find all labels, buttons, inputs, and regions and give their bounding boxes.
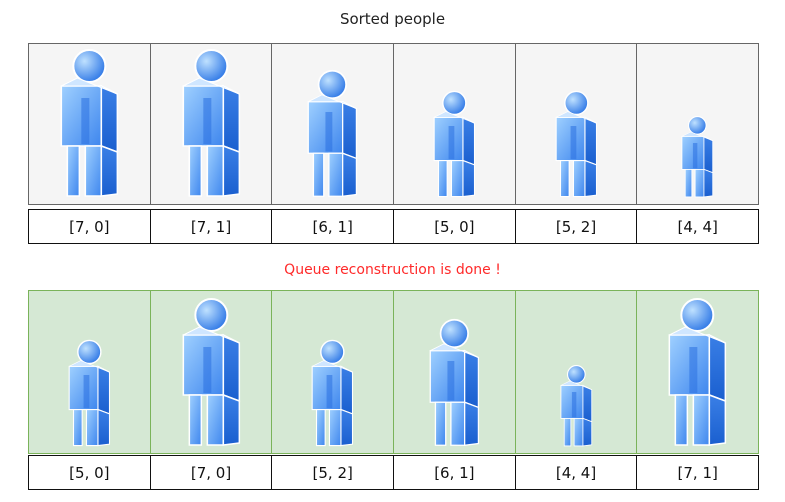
sorted-person-label: [6, 1] (272, 210, 395, 243)
reconstructed-queue-panel (28, 290, 759, 454)
done-message: Queue reconstruction is done ! (284, 262, 501, 278)
sorted-person-cell (394, 44, 516, 204)
queue-person-label: [6, 1] (394, 456, 516, 489)
person-icon (555, 90, 597, 198)
person-icon (182, 298, 240, 446)
queue-person-cell (637, 291, 759, 453)
sorted-person-cell (637, 44, 759, 204)
person-icon (182, 49, 240, 197)
queue-person-cell (515, 291, 638, 453)
queue-person-cell (29, 291, 151, 453)
sorted-people-panel (28, 43, 759, 205)
sorted-person-cell (150, 44, 273, 204)
queue-person-label: [4, 4] (516, 456, 638, 489)
sorted-person-label: [7, 0] (29, 210, 151, 243)
person-icon (60, 49, 119, 197)
person-icon (681, 116, 714, 198)
person-icon (68, 339, 111, 447)
queue-person-label: [5, 0] (29, 456, 151, 489)
sorted-person-label: [5, 2] (516, 210, 638, 243)
person-icon (560, 365, 592, 447)
sorted-person-cell (29, 44, 151, 204)
sorted-person-label: [4, 4] (677, 217, 718, 236)
reconstructed-queue-labels: [5, 0] [7, 0] [5, 2] [6, 1] [4, 4] [7, 1] (28, 455, 759, 490)
sorted-people-title: Sorted people (339, 10, 446, 28)
queue-person-cell (394, 291, 516, 453)
person-icon (311, 339, 354, 447)
sorted-person-cell (272, 44, 395, 204)
person-icon (429, 318, 480, 447)
sorted-person-cell (515, 44, 638, 204)
queue-person-label: [7, 0] (151, 456, 273, 489)
queue-person-label: [7, 1] (677, 463, 718, 482)
sorted-person-label: [5, 0] (394, 210, 516, 243)
person-icon (433, 90, 476, 198)
queue-person-cell (272, 291, 395, 453)
person-icon (668, 298, 727, 446)
sorted-people-labels: [7, 0] [7, 1] [6, 1] [5, 0] [5, 2] [4, 4] (28, 209, 759, 244)
sorted-person-label: [7, 1] (151, 210, 273, 243)
queue-person-cell (150, 291, 273, 453)
person-icon (307, 69, 358, 198)
queue-person-label: [5, 2] (272, 456, 395, 489)
